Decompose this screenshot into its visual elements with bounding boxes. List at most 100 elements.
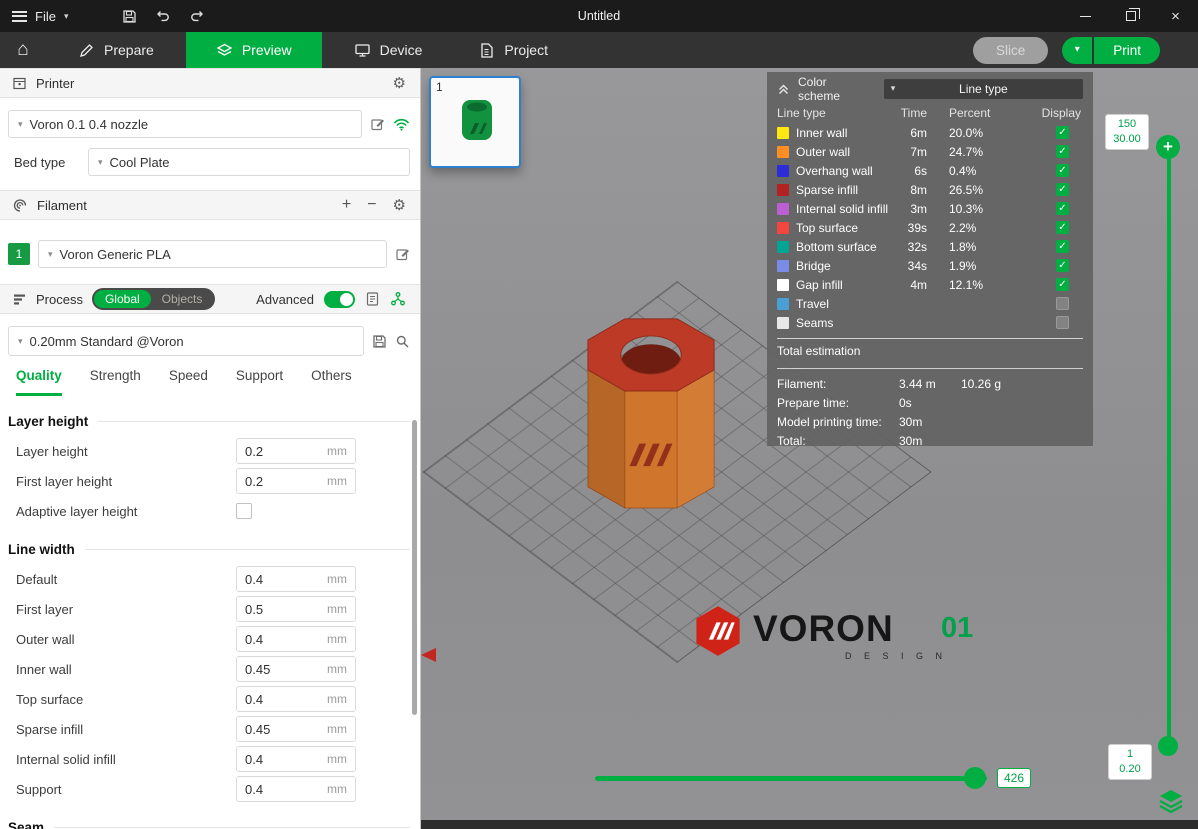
line-type-color-swatch	[777, 241, 789, 253]
filament-section-header: Filament + − ⚙	[0, 190, 420, 220]
inner-wall-line-width-input[interactable]: 0.45 mm	[236, 656, 356, 682]
setting-unit: mm	[327, 692, 347, 706]
first-layer-height-input[interactable]: 0.2 mm	[236, 468, 356, 494]
tab-speed[interactable]: Speed	[169, 368, 208, 396]
process-preset-dropdown[interactable]: ▾ 0.20mm Standard @Voron	[8, 326, 364, 356]
advanced-toggle[interactable]	[324, 291, 355, 308]
top-layer-number: 150	[1106, 117, 1148, 132]
device-icon	[354, 42, 371, 59]
save-preset-icon[interactable]	[372, 334, 387, 349]
close-button[interactable]: ×	[1153, 0, 1198, 32]
collapse-panel-icon[interactable]	[777, 83, 790, 96]
tab-preview[interactable]: Preview	[186, 32, 322, 68]
layer-slider-bottom-label: 1 0.20	[1108, 744, 1152, 780]
plate-thumbnail[interactable]: 1	[429, 76, 521, 168]
filament-preset-dropdown[interactable]: ▾ Voron Generic PLA	[38, 240, 387, 268]
setting-label: Adaptive layer height	[16, 504, 236, 519]
settings-scrollbar[interactable]	[412, 420, 417, 715]
tab-prepare[interactable]: Prepare	[54, 32, 178, 68]
sparse-infill-line-width-input[interactable]: 0.45 mm	[236, 716, 356, 742]
display-checkbox[interactable]: ✓	[1056, 126, 1069, 139]
prepare-icon	[78, 42, 95, 59]
tab-others[interactable]: Others	[311, 368, 352, 396]
layer-slider-top-handle[interactable]: +	[1156, 135, 1180, 159]
printer-section-title: Printer	[36, 76, 74, 91]
display-checkbox[interactable]: ✓	[1056, 164, 1069, 177]
setting-label: Layer height	[16, 444, 236, 459]
parameter-list-icon[interactable]	[365, 291, 380, 307]
default-line-width-input[interactable]: 0.4 mm	[236, 566, 356, 592]
tab-quality[interactable]: Quality	[16, 368, 62, 396]
group-divider	[98, 421, 410, 422]
display-checkbox[interactable]: ✓	[1056, 202, 1069, 215]
outer-wall-line-width-input[interactable]: 0.4 mm	[236, 626, 356, 652]
save-button[interactable]	[122, 9, 137, 24]
display-checkbox[interactable]: ✓	[1056, 278, 1069, 291]
display-checkbox[interactable]: ✓	[1056, 240, 1069, 253]
layer-slider-track[interactable]	[1167, 148, 1171, 748]
display-checkbox[interactable]: ✓	[1056, 221, 1069, 234]
printer-settings-gear-icon[interactable]: ⚙	[393, 76, 406, 91]
bed-type-dropdown[interactable]: ▾ Cool Plate	[88, 148, 410, 176]
internal-solid-infill-line-width-input[interactable]: 0.4 mm	[236, 746, 356, 772]
line-type-percent: 0.4%	[927, 164, 997, 178]
legend-row: Internal solid infill 3m 10.3% ✓	[777, 199, 1083, 218]
printer-preset-dropdown[interactable]: ▾ Voron 0.1 0.4 nozzle	[8, 110, 362, 138]
print-button[interactable]: Print	[1094, 37, 1160, 64]
remove-filament-button[interactable]: −	[367, 197, 376, 213]
home-button[interactable]: ⌂	[0, 32, 46, 68]
tab-strength[interactable]: Strength	[90, 368, 141, 396]
setting-row: First layer height 0.2 mm	[0, 466, 420, 496]
sliced-model[interactable]	[573, 306, 729, 516]
display-checkbox[interactable]	[1056, 297, 1069, 310]
add-filament-button[interactable]: +	[342, 197, 351, 213]
first-layer-line-width-input[interactable]: 0.5 mm	[236, 596, 356, 622]
undo-button[interactable]	[155, 8, 171, 24]
window-titlebar: File ▾ Untitled ×	[0, 0, 1198, 32]
setting-unit: mm	[327, 632, 347, 646]
total-label: Total:	[777, 434, 899, 448]
adaptive-layer-height-checkbox[interactable]	[236, 503, 252, 519]
edit-filament-preset-icon[interactable]	[395, 247, 410, 262]
support-line-width-input[interactable]: 0.4 mm	[236, 776, 356, 802]
scope-global-button[interactable]: Global	[94, 290, 151, 308]
edit-printer-preset-icon[interactable]	[370, 117, 385, 132]
scope-objects-button[interactable]: Objects	[151, 290, 214, 308]
process-tree-icon[interactable]	[390, 291, 406, 307]
layers-view-icon[interactable]	[1157, 788, 1185, 814]
total-row: Model printing time: 30m	[777, 412, 1083, 431]
display-checkbox[interactable]	[1056, 316, 1069, 329]
slice-button[interactable]: Slice	[973, 37, 1048, 64]
move-slider-handle[interactable]	[964, 767, 986, 789]
line-type-time: 39s	[899, 221, 927, 235]
display-checkbox[interactable]: ✓	[1056, 259, 1069, 272]
wifi-connection-icon[interactable]	[393, 117, 410, 131]
voron-logo-hexagon	[691, 604, 745, 658]
minimize-button[interactable]	[1063, 0, 1108, 32]
top-surface-line-width-input[interactable]: 0.4 mm	[236, 686, 356, 712]
view-mode-dropdown[interactable]: ▾ Line type	[884, 79, 1083, 99]
move-slider-track[interactable]	[595, 776, 987, 781]
process-scope-segmented: Global Objects	[92, 288, 215, 310]
layer-height-input[interactable]: 0.2 mm	[236, 438, 356, 464]
viewport-3d[interactable]: VORON D E S I G N 01 1 Color scheme	[421, 68, 1198, 829]
redo-button[interactable]	[189, 8, 205, 24]
settings-group-header: Layer height	[0, 406, 420, 436]
filament-slot-badge[interactable]: 1	[8, 243, 30, 265]
legend-row: Bridge 34s 1.9% ✓	[777, 256, 1083, 275]
plate-id-label: 01	[941, 612, 973, 645]
tab-device[interactable]: Device	[330, 32, 447, 68]
display-checkbox[interactable]: ✓	[1056, 183, 1069, 196]
line-type-time: 7m	[899, 145, 927, 159]
display-checkbox[interactable]: ✓	[1056, 145, 1069, 158]
filament-settings-gear-icon[interactable]: ⚙	[393, 198, 406, 213]
line-type-legend-panel: Color scheme ▾ Line type Line type Time …	[767, 72, 1093, 446]
maximize-button[interactable]	[1108, 0, 1153, 32]
print-dropdown-button[interactable]: ▾	[1062, 37, 1092, 64]
setting-value: 0.4	[245, 632, 323, 647]
tab-support[interactable]: Support	[236, 368, 283, 396]
tab-project[interactable]: Project	[454, 32, 572, 68]
search-settings-icon[interactable]	[395, 334, 410, 349]
file-menu-button[interactable]: File ▾	[0, 0, 80, 32]
layer-slider-bottom-handle[interactable]	[1158, 736, 1178, 756]
